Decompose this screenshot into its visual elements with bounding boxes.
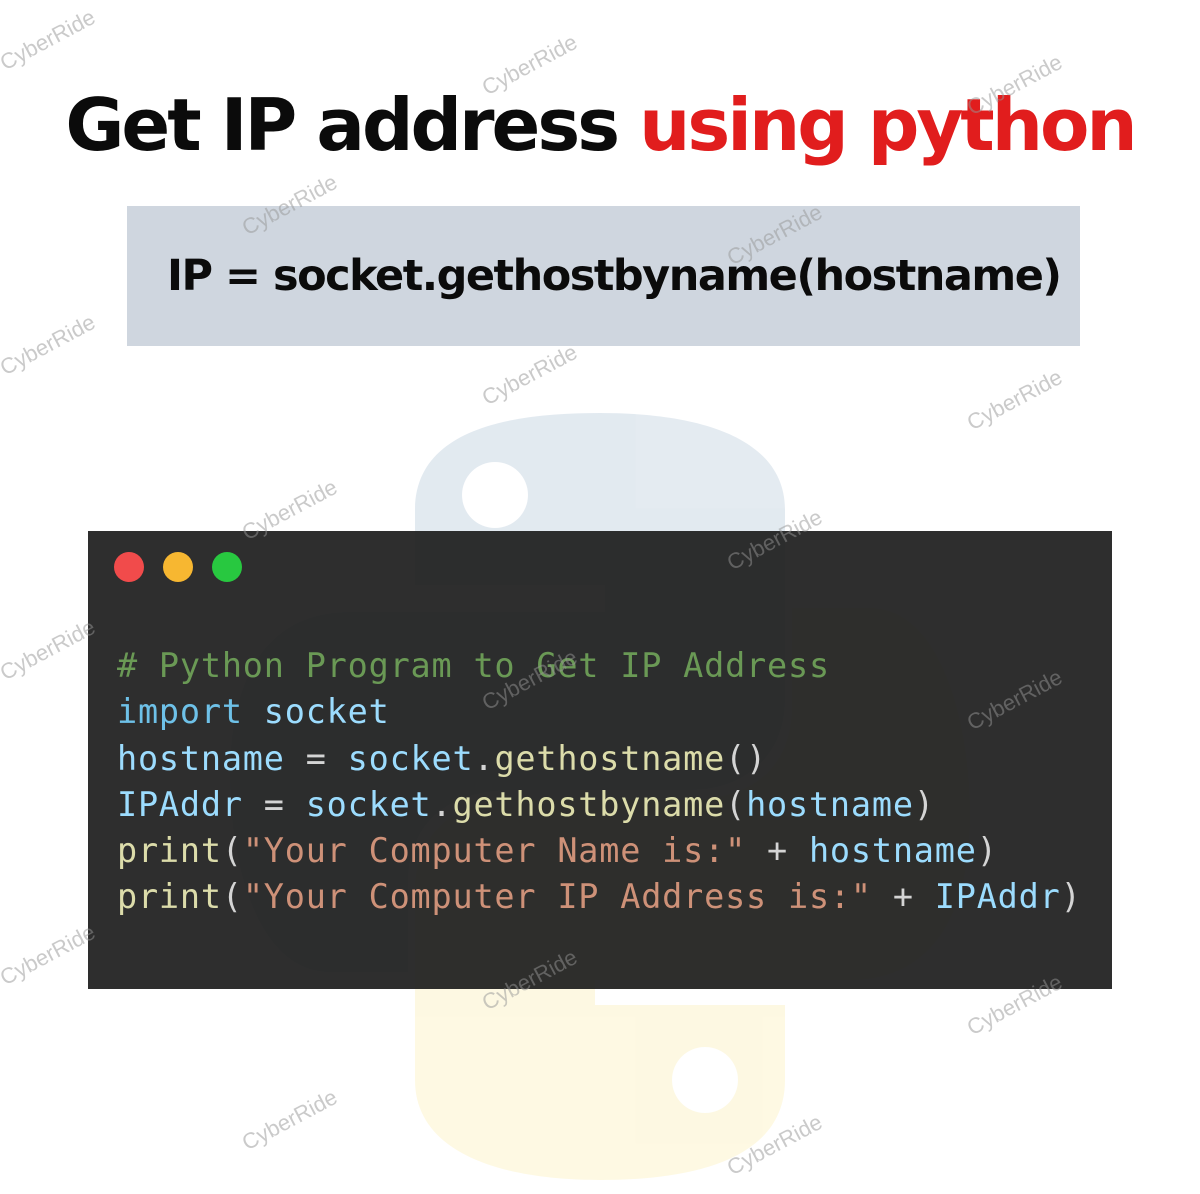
code-line: print("Your Computer Name is:" + hostnam… [117, 828, 1082, 874]
code-line: hostname = socket.gethostname() [117, 736, 1082, 782]
code-token: gethostname [494, 738, 726, 778]
maximize-dot-icon [212, 552, 242, 582]
code-token: () [725, 738, 768, 778]
code-token: hostname [808, 831, 977, 871]
code-token: . [473, 738, 495, 778]
code-token: ( [221, 831, 243, 871]
code-token: socket [263, 692, 390, 732]
code-token: IPAddr [117, 784, 243, 824]
code-token: = [284, 738, 348, 778]
code-token: IPAddr [934, 877, 1061, 917]
code-token: hostname [117, 738, 285, 778]
code-token: ( [725, 784, 747, 824]
code-token: # Python Program to Get IP Address [117, 646, 830, 685]
code-token: . [431, 784, 453, 824]
code-token: "Your Computer IP Address is:" [242, 877, 872, 917]
code-token: ) [976, 831, 998, 871]
code-token: socket [347, 738, 474, 778]
close-dot-icon [114, 552, 144, 582]
code-token: socket [305, 784, 432, 824]
code-token: import [117, 692, 243, 732]
code-token: + [746, 831, 809, 871]
code-block: # Python Program to Get IP Address import… [117, 643, 1082, 921]
code-line: # Python Program to Get IP Address [117, 643, 1082, 689]
code-line: print("Your Computer IP Address is:" + I… [117, 874, 1082, 920]
code-line: import socket [117, 689, 1082, 735]
code-token: ) [1060, 877, 1082, 917]
code-token: "Your Computer Name is:" [242, 831, 747, 871]
code-token: ) [913, 784, 935, 824]
code-line: IPAddr = socket.gethostbyname(hostname) [117, 782, 1082, 828]
code-editor-window: # Python Program to Get IP Address import… [88, 531, 1112, 989]
minimize-dot-icon [163, 552, 193, 582]
code-token: + [871, 877, 935, 917]
code-token: hostname [746, 784, 914, 824]
code-token: gethostbyname [452, 784, 726, 824]
code-token: ( [221, 877, 243, 917]
code-token: print [117, 877, 222, 917]
code-token: = [242, 784, 306, 824]
code-token: print [117, 831, 222, 871]
